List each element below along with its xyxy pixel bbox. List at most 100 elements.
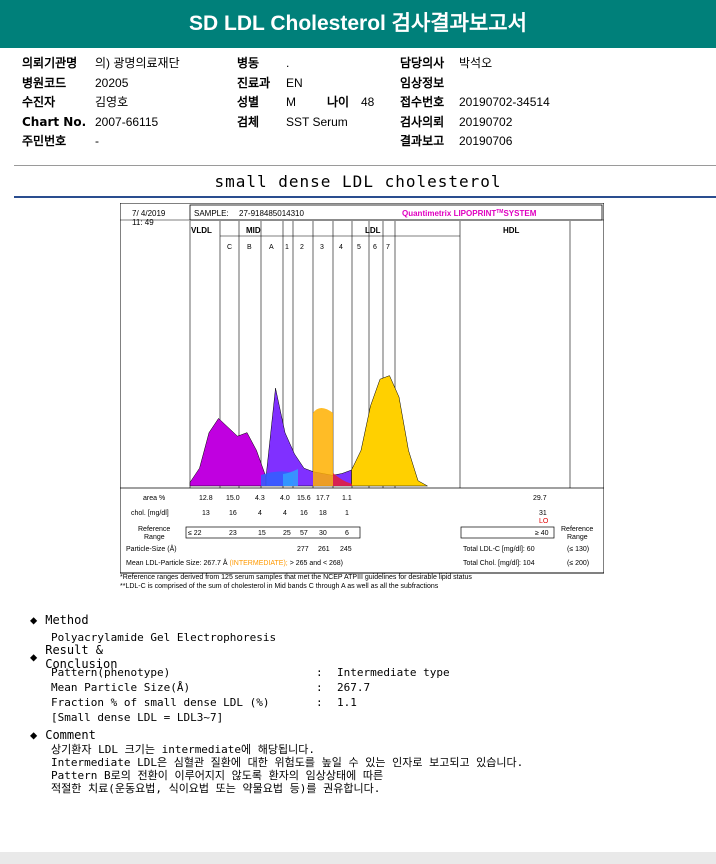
result-row-value: 267.7 <box>337 681 371 694</box>
sex-value: M <box>286 95 296 109</box>
lp-chol-hdl: 31 <box>539 510 547 517</box>
result-row-sep: : <box>316 666 323 679</box>
patient-info: 의뢰기관명 의) 광명의료재단 병원코드 20205 수진자 김영호 Chart… <box>0 48 716 166</box>
lp-mean-size-label: Mean LDL-Particle Size: <box>126 560 202 567</box>
method-heading: ◆ Method <box>30 612 89 628</box>
result-row-sep: : <box>316 696 323 709</box>
area-value: 4.3 <box>255 495 265 502</box>
hospital-code-value: 20205 <box>95 76 129 90</box>
result-heading: ◆ Result & Conclusion <box>30 643 117 671</box>
particle-size-value: 277 <box>297 546 309 553</box>
comment-line: 상기환자 LDL 크기는 intermediate에 해당됩니다. <box>51 743 316 756</box>
band-label: A <box>269 244 274 251</box>
lp-date: 7/ 4/2019 <box>132 209 166 218</box>
info-divider <box>14 165 716 166</box>
resident-no-label: 주민번호 <box>22 134 67 148</box>
lp-total-chol-range: (≤ 200) <box>567 560 589 567</box>
institution-label: 의뢰기관명 <box>22 56 78 70</box>
chol-value: 4 <box>283 510 287 517</box>
band-label: C <box>227 244 232 251</box>
result-row: Pattern(phenotype): Intermediate type <box>51 666 450 680</box>
reference-value: 25 <box>283 530 291 537</box>
lp-ref-hdl: ≥ 40 <box>535 530 549 537</box>
comment-line: 적절한 치료(운동요법, 식이요법 또는 약물요법 등)를 권유합니다. <box>51 782 381 795</box>
diamond-icon: ◆ <box>30 728 38 742</box>
resident-no-value: - <box>95 134 99 148</box>
lp-total-ldl-range: (≤ 130) <box>567 546 589 553</box>
lp-total-ldl: Total LDL-C [mg/dl]: 60 <box>463 546 535 553</box>
lp-group-vldl: VLDL <box>191 226 212 235</box>
diamond-icon: ◆ <box>30 613 38 627</box>
result-row-value: 1.1 <box>337 696 357 709</box>
specimen-label: 검체 <box>237 115 260 129</box>
lp-ref-label-1: Reference <box>138 526 170 533</box>
area-value: 4.0 <box>280 495 290 502</box>
result-row-label: Mean Particle Size(Å) <box>51 681 191 694</box>
lp-brand: Quantimetrix LIPOPRINTTMSYSTEM <box>402 209 537 218</box>
section-title: small dense LDL cholesterol <box>214 172 502 191</box>
lp-brand-tm: TM <box>496 209 503 215</box>
lp-ref-label-2: Range <box>144 534 165 541</box>
diamond-icon: ◆ <box>30 650 38 664</box>
lipoprint-chart: 7/ 4/2019 11: 49 SAMPLE: 27-918485014310… <box>120 203 604 574</box>
lp-particle-size-label: Particle-Size (Å) <box>126 544 177 553</box>
chol-value: 1 <box>345 510 349 517</box>
lp-note-1: *Reference ranges derived from 125 serum… <box>120 574 472 581</box>
lp-sample-id: 27-918485014310 <box>239 209 305 218</box>
band-label: 3 <box>320 244 324 251</box>
lp-ref-right-2: Range <box>567 534 588 541</box>
lp-chol-label: chol. [mg/dl] <box>131 510 169 517</box>
lp-sample-label: SAMPLE: <box>194 209 229 218</box>
lp-ref-right-1: Reference <box>561 526 593 533</box>
area-value: 15.6 <box>297 495 311 502</box>
ward-label: 병동 <box>237 56 260 70</box>
area-value: 15.0 <box>226 495 240 502</box>
lp-mean-size: Mean LDL-Particle Size: 267.7 Å (INTERME… <box>126 558 343 567</box>
comment-line: Intermediate LDL은 심혈관 질환에 대한 위험도를 높일 수 있… <box>51 756 524 769</box>
particle-size-value: 245 <box>340 546 352 553</box>
lp-group-hdl: HDL <box>503 226 520 235</box>
lp-group-mid: MID <box>246 226 261 235</box>
lp-note-2: **LDL-C is comprised of the sum of chole… <box>120 583 439 590</box>
department-label: 진료과 <box>237 76 271 90</box>
request-date-label: 검사의뢰 <box>400 115 445 129</box>
particle-size-value: 261 <box>318 546 330 553</box>
band-label: 1 <box>285 244 289 251</box>
lp-brand-name: Quantimetrix LIPOPRINT <box>402 209 496 218</box>
method-heading-text: Method <box>45 613 89 627</box>
reference-value: 6 <box>345 530 349 537</box>
result-row: Fraction % of small dense LDL (%): 1.1 <box>51 696 357 710</box>
chol-value: 4 <box>258 510 262 517</box>
lp-mean-size-value: 267.7 Å <box>203 558 227 567</box>
band-label: 5 <box>357 244 361 251</box>
ward-value: . <box>286 56 290 70</box>
clinical-info-label: 임상정보 <box>400 76 445 90</box>
result-row-label: Fraction % of small dense LDL (%) <box>51 696 270 709</box>
lp-chol-hdl-flag: LO <box>539 518 549 525</box>
reference-value: 30 <box>319 530 327 537</box>
band-label: 7 <box>386 244 390 251</box>
lp-total-chol: Total Chol. [mg/dl]: 104 <box>463 560 535 567</box>
lp-area-label: area % <box>143 495 165 502</box>
institution-value: 의) 광명의료재단 <box>95 56 180 70</box>
reference-value: ≤ 22 <box>188 530 202 537</box>
request-date-value: 20190702 <box>459 115 513 129</box>
doctor-value: 박석오 <box>459 56 493 70</box>
receipt-no-value: 20190702-34514 <box>459 95 550 109</box>
report-date-label: 결과보고 <box>400 134 445 148</box>
comment-line: Pattern B로의 전환이 이루어지지 않도록 환자의 임상상태에 따른 <box>51 769 384 782</box>
band-label: 2 <box>300 244 304 251</box>
lipoprint-report: 7/ 4/2019 11: 49 SAMPLE: 27-918485014310… <box>120 203 604 591</box>
sex-label: 성별 <box>237 95 260 109</box>
department-value: EN <box>286 76 303 90</box>
chart-no-value: 2007-66115 <box>95 115 159 129</box>
result-row: Mean Particle Size(Å): 267.7 <box>51 681 370 695</box>
lp-brand-suffix: SYSTEM <box>503 209 536 218</box>
comment-heading: ◆ Comment <box>30 727 96 743</box>
area-value: 12.8 <box>199 495 213 502</box>
report-title: SD LDL Cholesterol 검사결과보고서 <box>0 0 716 48</box>
lp-area-hdl: 29.7 <box>533 495 547 502</box>
report-date-value: 20190706 <box>459 134 513 148</box>
band-label: B <box>247 244 252 251</box>
specimen-value: SST Serum <box>286 115 348 129</box>
